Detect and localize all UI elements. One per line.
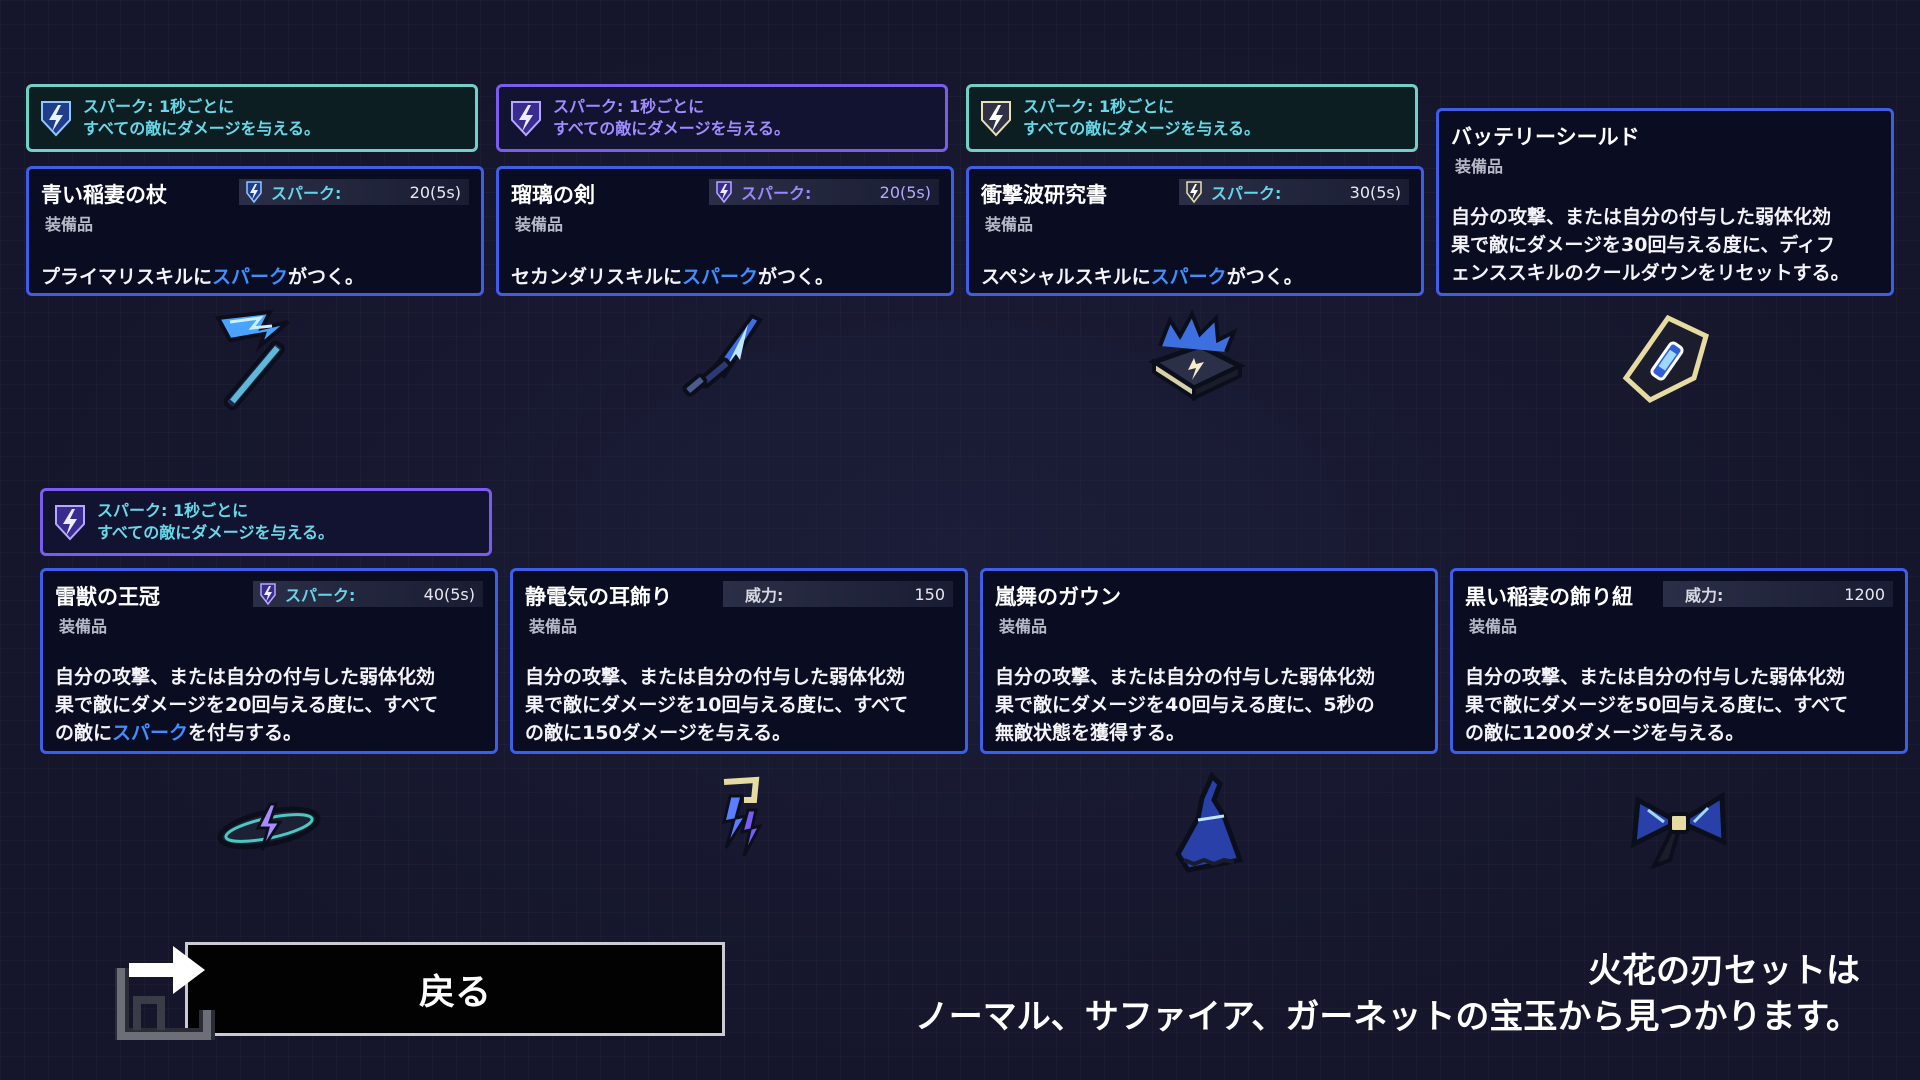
spark-keyword: スパーク [682, 266, 759, 288]
power-stat: 威力: 1200 [1663, 581, 1893, 607]
tooltip-line: スパーク: 1秒ごとに [1023, 97, 1175, 116]
item-card-blue-lightning-staff[interactable]: 青い稲妻の杖 スパーク: 20(5s) 装備品 プライマリスキルにスパークがつく… [26, 166, 484, 296]
item-description: 自分の攻撃、または自分の付与した弱体化効 果で敵にダメージを30回与える度に、デ… [1451, 206, 1850, 284]
tooltip-line: すべての敵にダメージを与える。 [97, 523, 334, 542]
item-card-thunder-beast-crown[interactable]: 雷獣の王冠 スパーク: 40(5s) 装備品 自分の攻撃、または自分の付与した弱… [40, 568, 498, 754]
stat-value: 20(5s) [409, 182, 461, 202]
back-arrow-icon [115, 946, 215, 1040]
item-card-storm-dance-gown[interactable]: 嵐舞のガウン 装備品 自分の攻撃、または自分の付与した弱体化効 果で敵にダメージ… [980, 568, 1438, 754]
item-card-battery-shield[interactable]: バッテリーシールド 装備品 自分の攻撃、または自分の付与した弱体化効 果で敵にダ… [1436, 108, 1894, 296]
spark-stat: スパーク: 30(5s) [1179, 179, 1409, 205]
shockwave-tome-icon [1148, 309, 1246, 402]
tooltip-line: スパーク: 1秒ごとに [97, 501, 249, 520]
item-description: 自分の攻撃、または自分の付与した弱体化効 果で敵にダメージを50回与える度に、す… [1465, 666, 1849, 744]
lapis-sword-icon [682, 313, 763, 397]
item-card-shockwave-tome[interactable]: 衝撃波研究書 スパーク: 30(5s) 装備品 スペシャルスキルにスパークがつく… [966, 166, 1424, 296]
stat-label: 威力: [1685, 586, 1724, 605]
bow-ribbon-icon [1631, 791, 1727, 870]
spark-stat: スパーク: 40(5s) [253, 581, 483, 607]
tooltip-line: スパーク: 1秒ごとに [83, 97, 235, 116]
tooltip-line: すべての敵にダメージを与える。 [1023, 119, 1260, 138]
crown-icon [217, 802, 321, 851]
item-card-static-earring[interactable]: 静電気の耳飾り 威力: 150 装備品 自分の攻撃、または自分の付与した弱体化効… [510, 568, 968, 754]
set-source-info: 火花の刃セットは ノーマル、サファイア、ガーネットの宝玉から見つかります。 [915, 948, 1860, 1040]
item-name: 嵐舞のガウン [995, 585, 1121, 609]
item-card-black-lightning-cord[interactable]: 黒い稲妻の飾り紐 威力: 1200 装備品 自分の攻撃、または自分の付与した弱体… [1450, 568, 1908, 754]
spark-emblem-icon [511, 101, 541, 137]
item-type: 装備品 [985, 215, 1034, 234]
spark-tooltip: スパーク: 1秒ごとに すべての敵にダメージを与える。 [496, 84, 948, 152]
spark-stat: スパーク: 20(5s) [239, 179, 469, 205]
gown-icon [1175, 771, 1244, 873]
spark-emblem-icon [55, 505, 85, 541]
stat-value: 1200 [1844, 584, 1885, 604]
spark-emblem-icon [1186, 181, 1202, 204]
stat-value: 40(5s) [423, 584, 475, 604]
item-type: 装備品 [45, 215, 94, 234]
spark-emblem-icon [981, 101, 1011, 137]
item-name: バッテリーシールド [1451, 125, 1640, 149]
lightning-staff-icon [214, 309, 290, 411]
spark-emblem-icon [246, 181, 262, 204]
item-type: 装備品 [999, 617, 1048, 636]
item-set-screen: スパーク: 1秒ごとに すべての敵にダメージを与える。 スパーク: 1秒ごとに … [0, 0, 1920, 1080]
item-description: 自分の攻撃、または自分の付与した弱体化効 果で敵にダメージを10回与える度に、す… [525, 666, 909, 744]
item-name: 青い稲妻の杖 [41, 183, 167, 207]
stat-label: スパーク: [741, 184, 812, 203]
spark-keyword: スパーク [1150, 266, 1227, 288]
stat-label: スパーク: [1211, 184, 1282, 203]
spark-tooltip: スパーク: 1秒ごとに すべての敵にダメージを与える。 [966, 84, 1418, 152]
item-name: 雷獣の王冠 [55, 585, 160, 609]
tooltip-line: すべての敵にダメージを与える。 [553, 119, 790, 138]
item-type: 装備品 [59, 617, 108, 636]
item-type: 装備品 [515, 215, 564, 234]
item-description: スペシャルスキルにスパークがつく。 [981, 266, 1303, 288]
item-description: プライマリスキルにスパークがつく。 [41, 266, 365, 288]
item-type: 装備品 [1455, 157, 1504, 176]
tooltip-line: スパーク: 1秒ごとに [553, 97, 705, 116]
spark-tooltip: スパーク: 1秒ごとに すべての敵にダメージを与える。 [26, 84, 478, 152]
item-name: 黒い稲妻の飾り紐 [1465, 585, 1633, 609]
footer-line: 火花の刃セットは [1588, 951, 1860, 991]
spark-tooltip: スパーク: 1秒ごとに すべての敵にダメージを与える。 [40, 488, 492, 556]
spark-emblem-icon [260, 583, 276, 606]
item-description: 自分の攻撃、または自分の付与した弱体化効 果で敵にダメージを40回与える度に、5… [995, 666, 1376, 744]
spark-emblem-icon [41, 101, 71, 137]
spark-keyword: スパーク [212, 266, 289, 288]
item-description: セカンダリスキルにスパークがつく。 [511, 266, 835, 288]
spark-stat: スパーク: 20(5s) [709, 179, 939, 205]
item-type: 装備品 [1469, 617, 1518, 636]
item-card-lapis-sword[interactable]: 瑠璃の剣 スパーク: 20(5s) 装備品 セカンダリスキルにスパークがつく。 [496, 166, 954, 296]
stat-value: 150 [914, 584, 945, 604]
back-button[interactable]: 戻る [115, 940, 747, 1040]
spark-keyword: スパーク [112, 722, 189, 744]
stat-label: スパーク: [285, 586, 356, 605]
stat-value: 20(5s) [879, 182, 931, 202]
stat-value: 30(5s) [1349, 182, 1401, 202]
spark-emblem-icon [716, 181, 732, 204]
stat-label: スパーク: [271, 184, 342, 203]
back-button-label: 戻る [418, 972, 491, 1013]
stat-label: 威力: [745, 586, 784, 605]
item-type: 装備品 [529, 617, 578, 636]
item-description: 自分の攻撃、または自分の付与した弱体化効 果で敵にダメージを20回与える度に、す… [55, 666, 439, 744]
tooltip-line: すべての敵にダメージを与える。 [83, 119, 320, 138]
battery-shield-icon [1622, 314, 1709, 404]
item-name: 瑠璃の剣 [511, 183, 595, 207]
item-name: 静電気の耳飾り [525, 585, 672, 609]
earring-icon [722, 776, 763, 857]
power-stat: 威力: 150 [723, 581, 953, 607]
item-name: 衝撃波研究書 [981, 183, 1107, 207]
footer-line: ノーマル、サファイア、ガーネットの宝玉から見つかります。 [914, 997, 1860, 1037]
